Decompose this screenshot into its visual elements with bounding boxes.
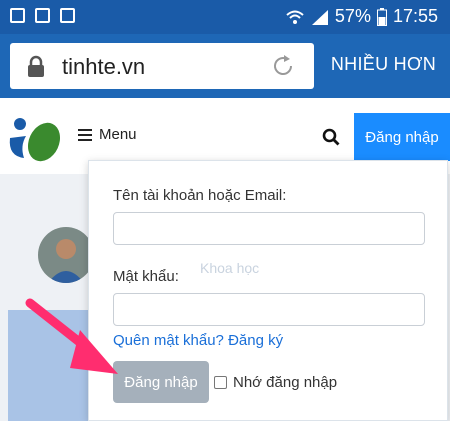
battery-icon: [376, 7, 387, 26]
browser-toolbar: tinhte.vn NHIỀU HƠN: [0, 34, 450, 98]
username-label: Tên tài khoản hoặc Email:: [113, 187, 287, 204]
clock: 17:55: [392, 6, 438, 26]
auth-links: Quên mật khẩu? Đăng ký: [113, 332, 283, 349]
background-text: Khoa học: [200, 260, 260, 276]
remember-label: Nhớ đăng nhập: [233, 374, 338, 391]
search-icon[interactable]: [322, 128, 340, 146]
notification-icons: [10, 8, 75, 23]
status-bar: 57% 17:55: [0, 0, 450, 34]
notification-icon: [10, 8, 25, 23]
image-icon: [35, 8, 50, 23]
menu-toggle[interactable]: Menu: [78, 126, 137, 143]
url-text: tinhte.vn: [62, 54, 146, 79]
password-input[interactable]: [113, 293, 425, 326]
background-thumbnail: [8, 310, 94, 421]
hamburger-icon: [78, 128, 92, 141]
register-link[interactable]: Đăng ký: [228, 332, 283, 349]
address-bar[interactable]: tinhte.vn: [10, 43, 314, 89]
more-menu-button[interactable]: NHIỀU HƠN: [331, 54, 436, 75]
menu-label: Menu: [99, 126, 137, 143]
header-login-button[interactable]: Đăng nhập: [354, 113, 450, 161]
wifi-icon: [286, 10, 304, 24]
reload-icon[interactable]: [270, 53, 296, 79]
signal-icon: [311, 9, 328, 25]
forgot-password-link[interactable]: Quên mật khẩu?: [113, 332, 224, 349]
password-label: Mật khẩu:: [113, 268, 179, 285]
lock-icon: [28, 55, 44, 77]
avatar[interactable]: [38, 227, 94, 283]
login-submit-button[interactable]: Đăng nhập: [113, 361, 209, 403]
remember-checkbox[interactable]: [214, 376, 227, 389]
site-logo[interactable]: [6, 108, 62, 164]
status-indicators: 57% 17:55: [285, 6, 438, 27]
remember-me[interactable]: Nhớ đăng nhập: [214, 374, 337, 391]
clock-notification-icon: [60, 8, 75, 23]
username-input[interactable]: [113, 212, 425, 245]
battery-percent: 57%: [334, 6, 371, 26]
